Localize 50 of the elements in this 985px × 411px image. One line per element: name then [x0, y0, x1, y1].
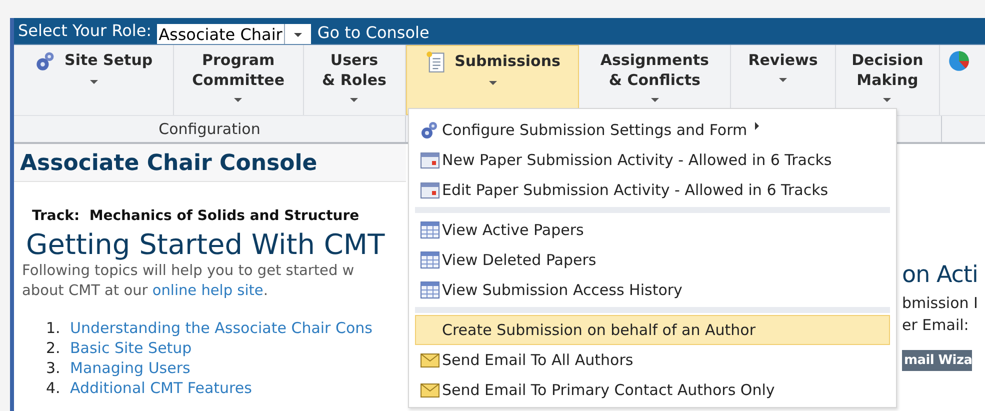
list-number: 4.	[46, 378, 62, 398]
table-icon	[420, 280, 440, 300]
calendar-icon	[420, 180, 440, 200]
menu-item[interactable]: Edit Paper Submission Activity - Allowed in 6 Tracks	[415, 175, 890, 205]
table-icon	[420, 220, 440, 240]
menu-item[interactable]: Configure Submission Settings and Form	[415, 115, 890, 145]
email-wizard-button[interactable]: mail Wiza	[902, 350, 972, 371]
document-icon	[424, 51, 447, 73]
console-link[interactable]: Go to Console	[311, 23, 430, 44]
caret-icon	[350, 98, 358, 102]
calendar-icon	[420, 150, 440, 170]
topic-link[interactable]: Understanding the Associate Chair Cons	[70, 319, 372, 337]
caret-icon	[883, 98, 892, 102]
intro-text: Following topics will help you to get started w	[22, 262, 356, 281]
ribbon-tab[interactable]: Submissions	[406, 45, 580, 115]
caret-icon	[779, 78, 787, 82]
menu-item[interactable]: Send Email To All Authors	[415, 345, 890, 375]
table-icon	[420, 250, 440, 270]
page-title: Associate Chair Console	[14, 144, 406, 182]
intro-text: about CMT at our online help site.	[22, 282, 269, 301]
caret-icon	[294, 33, 302, 37]
menu-item[interactable]: View Deleted Papers	[415, 245, 890, 275]
help-link[interactable]: online help site	[152, 283, 264, 299]
menu-item[interactable]: View Active Papers	[415, 215, 890, 245]
role-dropdown[interactable]: Associate Chair	[156, 24, 312, 44]
menu-item[interactable]: Create Submission on behalf of an Author	[415, 315, 890, 345]
topic-link[interactable]: Managing Users	[70, 359, 190, 377]
menu-item[interactable]: Send Email To Primary Contact Authors Only	[415, 375, 890, 405]
gears-icon	[420, 120, 440, 140]
section-heading: on Acti	[902, 261, 978, 288]
list-number: 3.	[46, 358, 62, 378]
caret-icon	[90, 80, 98, 84]
track-label: Track: Mechanics of Solids and Structure	[31, 208, 360, 224]
ribbon-tab[interactable]: Site Setup	[14, 45, 174, 115]
list-number: 1.	[46, 318, 62, 338]
menu-item[interactable]: New Paper Submission Activity - Allowed in 6 Tracks	[415, 145, 890, 175]
caret-icon	[650, 98, 659, 102]
ribbon-tab[interactable]: Program Committee	[174, 45, 304, 115]
topic-link[interactable]: Additional CMT Features	[70, 379, 252, 397]
caret-icon	[234, 98, 242, 102]
list-number: 2.	[46, 338, 62, 358]
role-label: Select Your Role:	[18, 21, 152, 42]
field-label: bmission I	[902, 294, 978, 312]
field-label: er Email:	[902, 316, 970, 334]
topic-link[interactable]: Basic Site Setup	[70, 339, 192, 357]
caret-icon	[488, 81, 497, 85]
section-heading: Getting Started With CMT	[25, 228, 386, 261]
pie-chart-icon	[948, 50, 970, 72]
menu-item[interactable]: View Submission Access History	[415, 275, 890, 305]
group-label: Configuration	[14, 116, 406, 142]
